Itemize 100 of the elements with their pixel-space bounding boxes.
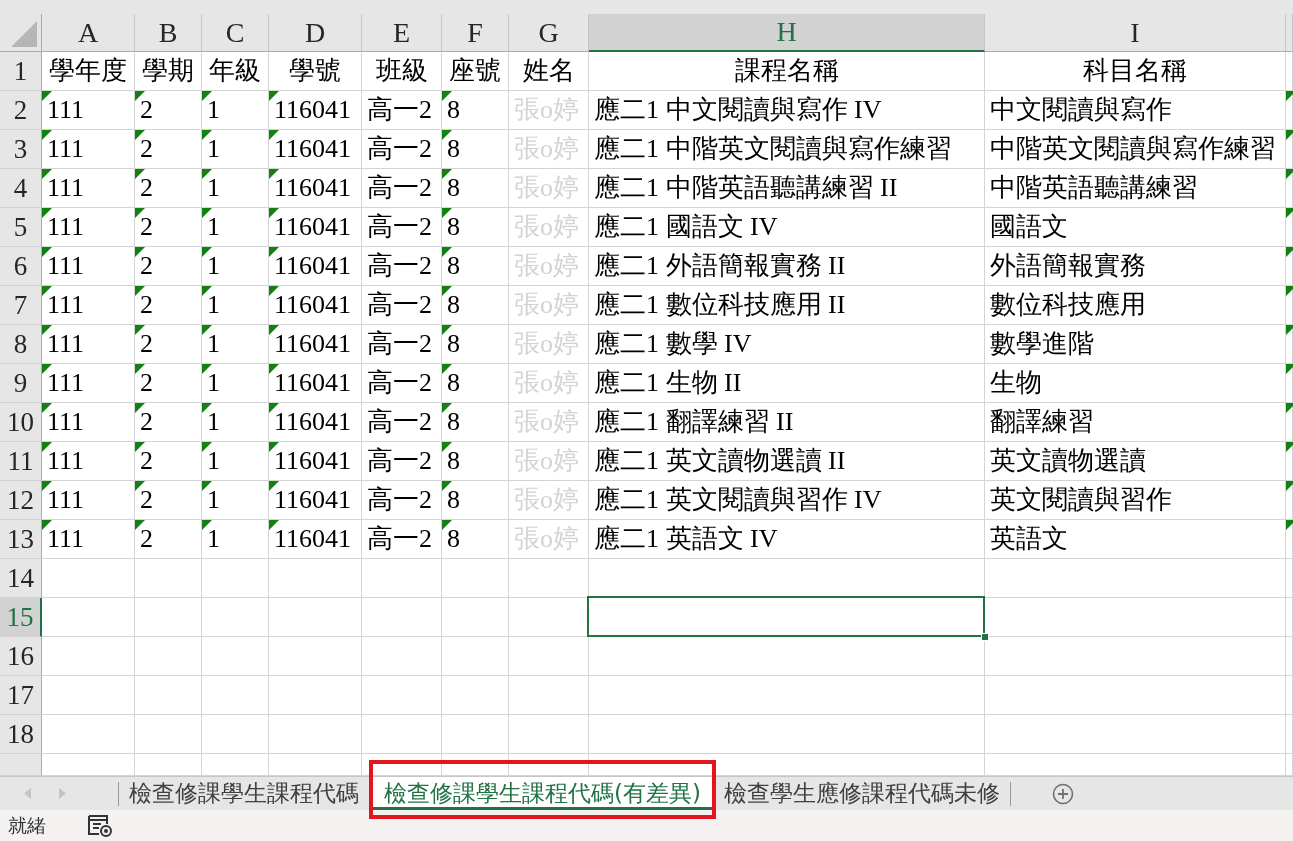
empty-cell[interactable] (442, 676, 509, 715)
cell-text: 8 (447, 134, 460, 164)
cell-text: 8 (447, 173, 460, 203)
column-header[interactable]: A (42, 14, 135, 52)
row-header[interactable]: 5 (0, 208, 42, 247)
column-title: 姓名 (522, 56, 575, 86)
cell-text: 116041 (274, 407, 352, 437)
empty-cell[interactable] (1286, 598, 1293, 637)
sheet-record-icon[interactable] (88, 814, 112, 837)
cell-text: 應二1 英語文 IV (594, 524, 778, 554)
cell-text: 外語簡報實務 (990, 251, 1146, 281)
row-header[interactable]: 12 (0, 481, 42, 520)
empty-cell[interactable] (1286, 676, 1293, 715)
empty-cell[interactable] (269, 559, 362, 598)
row-header[interactable]: 7 (0, 286, 42, 325)
cell-text: 中文閱讀與寫作 (990, 95, 1172, 125)
empty-cell[interactable] (202, 676, 269, 715)
row-header[interactable]: 17 (0, 676, 42, 715)
cell-text: 高一2 (367, 251, 432, 281)
empty-cell[interactable] (509, 559, 589, 598)
column-header[interactable] (1286, 14, 1293, 52)
empty-cell[interactable] (509, 637, 589, 676)
cell-text: 英語文 (990, 524, 1068, 554)
column-header[interactable]: E (362, 14, 442, 52)
empty-cell[interactable] (362, 559, 442, 598)
row-header[interactable]: 6 (0, 247, 42, 286)
empty-cell[interactable] (442, 598, 509, 637)
row-header[interactable]: 18 (0, 715, 42, 754)
row-header[interactable]: 8 (0, 325, 42, 364)
select-all-icon[interactable] (11, 21, 37, 47)
row-header[interactable]: 10 (0, 403, 42, 442)
empty-cell[interactable] (509, 676, 589, 715)
empty-cell[interactable] (1286, 715, 1293, 754)
plus-circle-icon[interactable] (1051, 782, 1074, 805)
sheet-tab[interactable]: 檢查修課學生課程代碼 (119, 777, 369, 810)
cell-text: 生物 (990, 368, 1042, 398)
row-header[interactable]: 4 (0, 169, 42, 208)
sheet-tab[interactable]: 檢查修課學生課程代碼(有差異) (371, 777, 714, 810)
empty-cell[interactable] (985, 676, 1286, 715)
column-header[interactable]: I (985, 14, 1286, 52)
column-title: 學期 (142, 56, 194, 86)
empty-cell[interactable] (269, 637, 362, 676)
empty-cell[interactable] (362, 676, 442, 715)
fill-handle[interactable] (981, 633, 989, 641)
column-header[interactable]: F (442, 14, 509, 52)
empty-cell[interactable] (1286, 637, 1293, 676)
empty-cell[interactable] (135, 637, 202, 676)
column-header[interactable]: H (589, 14, 985, 52)
empty-cell[interactable] (202, 715, 269, 754)
row-header[interactable]: 15 (0, 598, 42, 637)
empty-cell[interactable] (985, 637, 1286, 676)
column-header[interactable]: G (509, 14, 589, 52)
empty-cell[interactable] (135, 715, 202, 754)
row-header[interactable]: 16 (0, 637, 42, 676)
cell-text: 應二1 中階英語聽講練習 II (594, 173, 898, 203)
cell-text: 116041 (274, 524, 352, 554)
empty-cell[interactable] (509, 715, 589, 754)
empty-cell[interactable] (269, 598, 362, 637)
empty-cell[interactable] (362, 715, 442, 754)
cell-text: 1 (207, 368, 220, 398)
empty-cell[interactable] (362, 637, 442, 676)
cell-text: 應二1 中階英文閱讀與寫作練習 (594, 134, 952, 164)
empty-cell[interactable] (589, 715, 985, 754)
empty-cell[interactable] (1286, 559, 1293, 598)
empty-cell[interactable] (135, 676, 202, 715)
empty-cell[interactable] (589, 676, 985, 715)
empty-cell[interactable] (202, 598, 269, 637)
cell-text: 1 (207, 212, 220, 242)
row-header[interactable] (0, 754, 42, 776)
cell-text: 111 (47, 212, 85, 242)
empty-cell[interactable] (269, 676, 362, 715)
empty-cell[interactable] (135, 559, 202, 598)
empty-cell[interactable] (202, 637, 269, 676)
row-header[interactable]: 9 (0, 364, 42, 403)
row-header[interactable]: 14 (0, 559, 42, 598)
row-header[interactable]: 11 (0, 442, 42, 481)
row-header[interactable]: 2 (0, 91, 42, 130)
row-header[interactable]: 1 (0, 52, 42, 91)
cell-text: 高一2 (367, 485, 432, 515)
row-header[interactable]: 13 (0, 520, 42, 559)
status-text: 就緒 (8, 812, 46, 838)
column-header[interactable]: C (202, 14, 269, 52)
empty-cell[interactable] (442, 559, 509, 598)
empty-cell[interactable] (269, 715, 362, 754)
active-cell-outline[interactable] (587, 596, 985, 637)
cell-text: 高一2 (367, 290, 432, 320)
cell-text: 高一2 (367, 212, 432, 242)
empty-cell[interactable] (362, 598, 442, 637)
empty-cell[interactable] (985, 559, 1286, 598)
column-header[interactable]: D (269, 14, 362, 52)
cell-text: 1 (207, 446, 220, 476)
column-header[interactable]: B (135, 14, 202, 52)
sheet-tab[interactable]: 檢查學生應修課程代碼未修 (713, 777, 1010, 810)
cell-text: 1 (207, 134, 220, 164)
empty-cell[interactable] (135, 598, 202, 637)
row-header[interactable]: 3 (0, 130, 42, 169)
empty-cell[interactable] (442, 637, 509, 676)
empty-cell[interactable] (202, 559, 269, 598)
empty-cell[interactable] (442, 715, 509, 754)
empty-cell[interactable] (985, 715, 1286, 754)
